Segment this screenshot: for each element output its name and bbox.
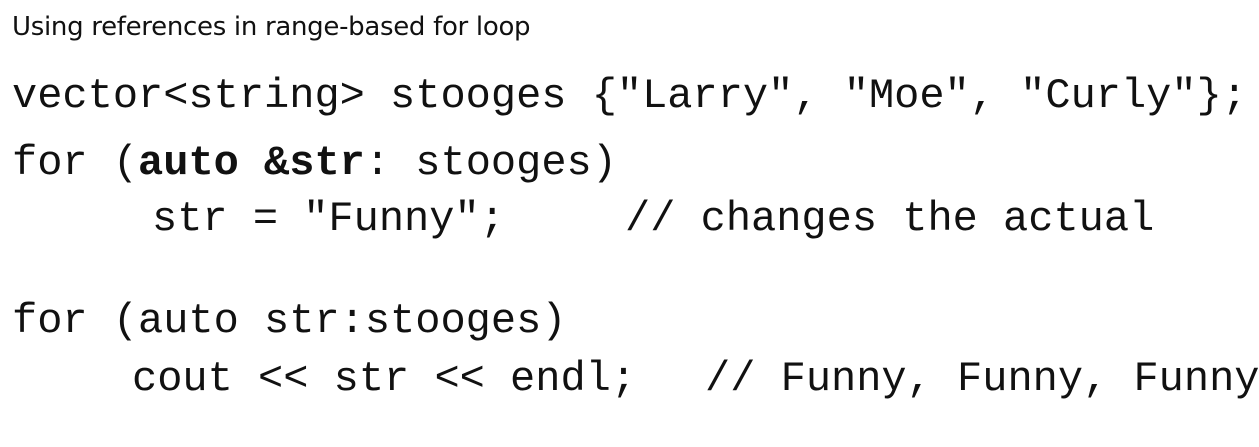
code-stooges: stooges) <box>415 139 617 187</box>
code-line-for-reference: for (auto &str: stooges) <box>12 142 617 184</box>
slide-title: Using references in range-based for loop <box>12 12 531 42</box>
code-colon: : <box>364 139 416 187</box>
code-line-cout: cout << str << endl; <box>132 355 637 403</box>
code-line-assign: str = "Funny"; <box>152 195 505 243</box>
code-line-vector: vector<string> stooges {"Larry", "Moe", … <box>12 72 1248 120</box>
code-for-keyword: for ( <box>12 139 139 187</box>
code-comment-output: // Funny, Funny, Funny <box>705 355 1259 403</box>
code-line-for-copy: for (auto str:stooges) <box>12 297 567 345</box>
code-comment-changes: // changes the actual <box>625 195 1155 243</box>
code-auto-ref: auto &str <box>138 139 365 187</box>
